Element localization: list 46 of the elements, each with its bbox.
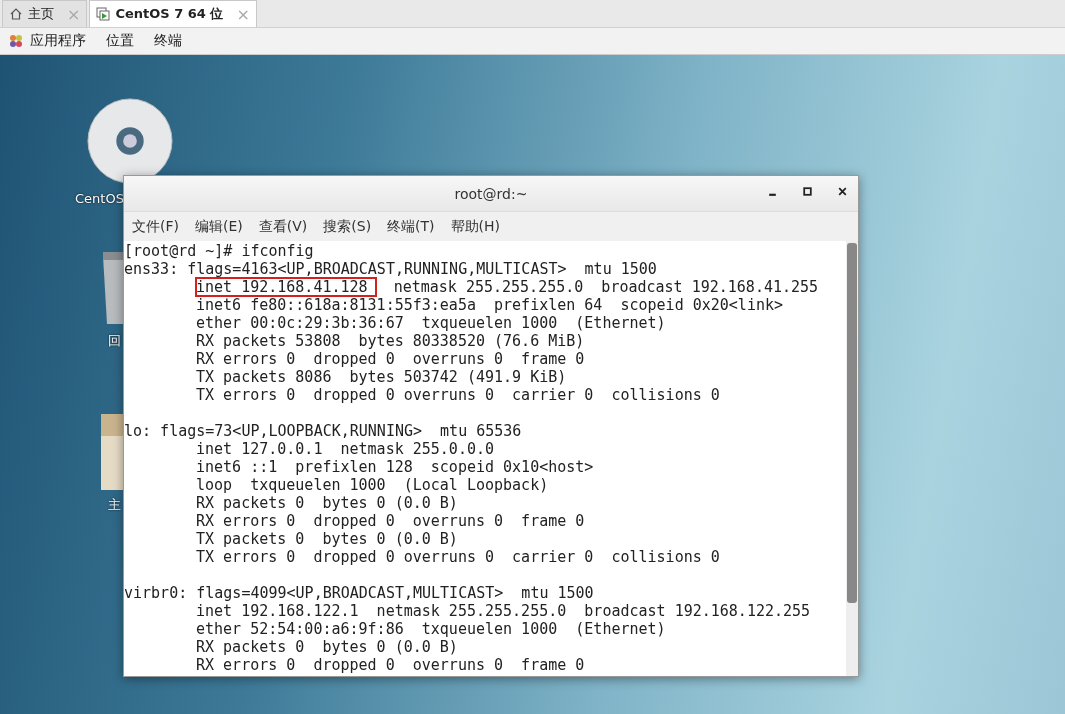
highlighted-terminal-text: inet 192.168.41.128 — [196, 278, 376, 296]
terminal-text: TX errors 0 dropped 0 overruns 0 carrier 0 collisions 0 — [196, 548, 720, 566]
terminal-text: loop txqueuelen 1000 (Local Loopback) — [196, 476, 549, 494]
top-menu-item[interactable]: 应用程序 — [30, 32, 86, 50]
vm-tab[interactable]: CentOS 7 64 位 × — [89, 0, 257, 27]
close-icon[interactable] — [837, 186, 848, 197]
terminal-text: lo: flags=73<UP,LOOPBACK,RUNNING> mtu 65536 — [124, 422, 522, 440]
terminal-text: RX errors 0 dropped 0 overruns 0 frame 0 — [196, 512, 585, 530]
terminal-text: TX errors 0 dropped 0 overruns 0 carrier 0 collisions 0 — [196, 386, 720, 404]
menu-item[interactable]: 查看(V) — [258, 217, 308, 236]
terminal-text: ether 00:0c:29:3b:36:67 txqueuelen 1000 (Ethernet) — [196, 314, 666, 332]
terminal-text: inet 192.168.122.1 netmask 255.255.255.0 broadcast 192.168.122.255 — [196, 602, 811, 620]
terminal-text: TX packets 0 bytes 0 (0.0 B) — [196, 530, 458, 548]
icon-label: CentOS — [75, 191, 124, 206]
window-title: root@rd:~ — [454, 185, 528, 202]
terminal-text: [root@rd ~]# ifconfig — [124, 242, 314, 260]
terminal-text: virbr0: flags=4099<UP,BROADCAST,MULTICAST> mtu 1500 — [124, 584, 594, 602]
terminal-text: inet 127.0.0.1 netmask 255.0.0.0 — [196, 440, 494, 458]
terminal-text: ether 52:54:00:a6:9f:86 txqueuelen 1000 (Ethernet) — [196, 620, 666, 638]
top-menu-item[interactable]: 位置 — [106, 32, 134, 50]
terminal-text: RX errors 0 dropped 0 overruns 0 frame 0 — [196, 656, 585, 674]
icon-label: 回 — [108, 332, 121, 350]
scrollbar-thumb[interactable] — [847, 243, 857, 603]
menu-item[interactable]: 帮助(H) — [450, 217, 501, 236]
menu-item[interactable]: 搜索(S) — [323, 217, 372, 236]
menu-item[interactable]: 编辑(E) — [195, 217, 243, 236]
terminal-text: RX packets 0 bytes 0 (0.0 B) — [196, 638, 458, 656]
terminal-text: RX packets 0 bytes 0 (0.0 B) — [196, 494, 458, 512]
terminal-text: inet6 ::1 prefixlen 128 scopeid 0x10<host> — [196, 458, 594, 476]
terminal-text: RX packets 53808 bytes 80338520 (76.6 MiB) — [196, 332, 585, 350]
apps-icon — [8, 33, 24, 49]
icon-label: 主 — [108, 496, 121, 514]
disc-icon[interactable] — [86, 97, 174, 185]
trash-icon[interactable] — [101, 250, 123, 326]
terminal-text: TX packets 8086 bytes 503742 (491.9 KiB) — [196, 368, 567, 386]
menu-item[interactable]: 文件(F) — [132, 217, 179, 236]
terminal-text: inet6 fe80::618a:8131:55f3:ea5a prefixlen 64 scopeid 0x20<link> — [196, 296, 783, 314]
terminal-text: ens33: flags=4163<UP,BROADCAST,RUNNING,MULTICAST> mtu 1500 — [124, 260, 657, 278]
terminal-text: RX errors 0 dropped 0 overruns 0 frame 0 — [196, 350, 585, 368]
vm-icon — [96, 7, 111, 21]
terminal-text: netmask 255.255.255.0 broadcast 192.168.41.255 — [392, 278, 819, 296]
vm-tab[interactable]: 主页 × — [2, 0, 88, 27]
top-menu-item[interactable]: 终端 — [154, 32, 182, 50]
menu-item[interactable]: 终端(T) — [387, 217, 435, 236]
home-icon — [9, 7, 23, 21]
maximize-icon[interactable] — [802, 186, 813, 197]
